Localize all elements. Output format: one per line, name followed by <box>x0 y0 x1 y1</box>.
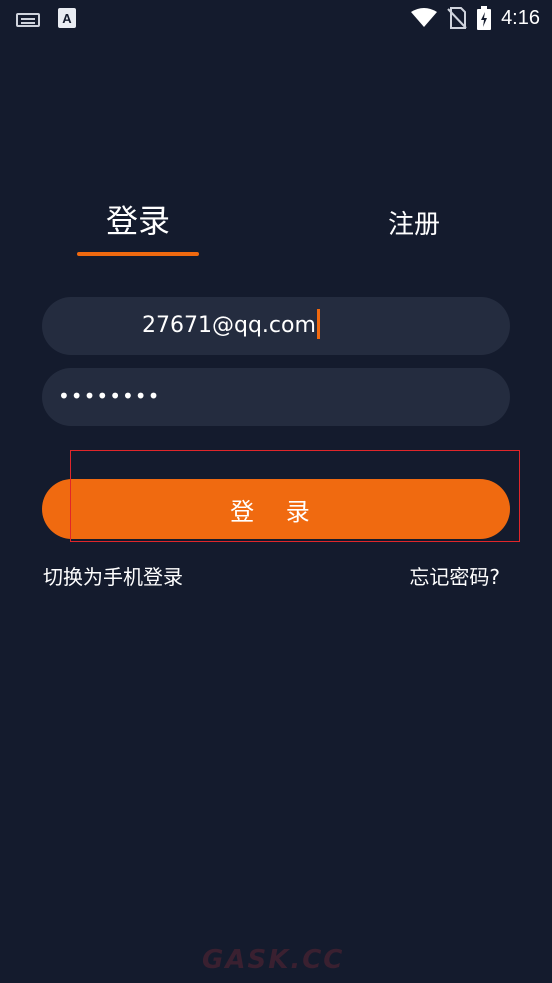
auth-tabs: 登录 注册 <box>0 196 552 260</box>
password-input[interactable]: •••••••• <box>58 384 160 408</box>
forgot-password-link[interactable]: 忘记密码? <box>409 561 500 590</box>
status-bar: A 4:16 <box>0 0 552 38</box>
email-value: 27671@qq.com <box>142 313 316 338</box>
text-caret <box>316 309 320 339</box>
wifi-icon <box>411 8 438 28</box>
no-sim-icon <box>447 7 467 29</box>
watermark: GASK.CC <box>202 945 345 975</box>
tab-register[interactable]: 注册 <box>388 204 440 241</box>
switch-to-phone-login-link[interactable]: 切换为手机登录 <box>43 561 183 590</box>
email-input[interactable]: 27671@qq.com <box>142 309 320 341</box>
email-field[interactable]: 27671@qq.com <box>42 297 510 355</box>
password-field[interactable]: •••••••• <box>42 368 510 426</box>
a-text-icon: A <box>58 8 76 28</box>
tab-login[interactable]: 登录 <box>106 196 170 242</box>
highlight-annotation-box <box>70 450 520 542</box>
battery-charging-icon <box>477 6 492 30</box>
active-tab-indicator <box>77 252 199 256</box>
keyboard-icon <box>16 12 40 27</box>
clock: 4:16 <box>501 6 540 29</box>
